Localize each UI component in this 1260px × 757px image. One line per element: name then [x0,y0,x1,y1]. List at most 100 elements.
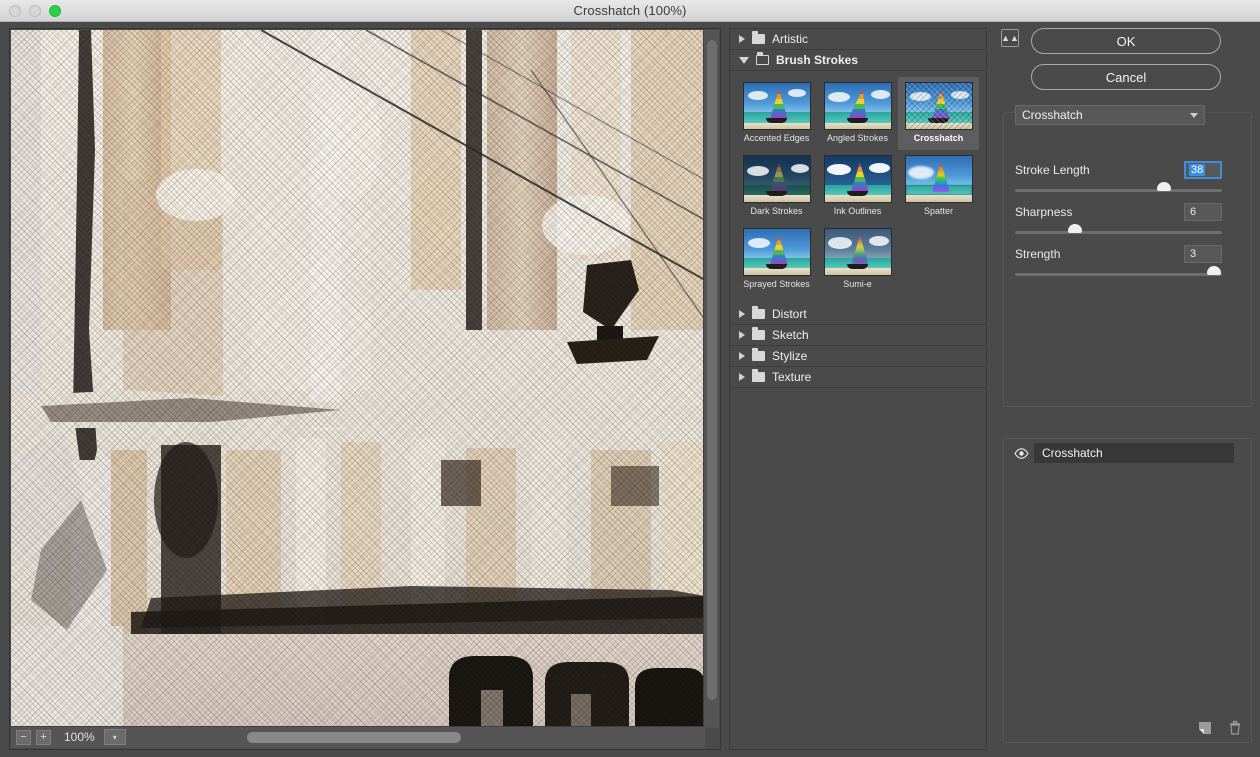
category-distort[interactable]: Distort [730,303,986,325]
param-label: Strength [1015,247,1061,261]
param-value-input[interactable]: 3 [1184,245,1222,263]
new-effect-layer-icon[interactable] [1197,720,1213,736]
category-label: Stylize [772,348,808,363]
param-slider-thumb[interactable] [1068,224,1083,233]
filter-crosshatch[interactable]: Crosshatch [898,77,979,150]
param-sharpness: Sharpness 6 [1015,202,1222,234]
param-slider-track[interactable] [1015,182,1222,192]
filter-ink-outlines[interactable]: Ink Outlines [817,150,898,223]
param-slider-thumb[interactable] [1206,266,1221,275]
maximize-button[interactable] [49,5,61,17]
category-label: Texture [772,369,812,384]
preview-vertical-scrollbar[interactable] [703,30,719,728]
eye-icon [1013,447,1029,459]
param-stroke-length: Stroke Length 38 [1015,160,1222,192]
preview-canvas[interactable] [11,30,705,728]
dialog-body: − + 100% ▾ Artistic Brush Strokes Accent… [0,22,1260,757]
double-chevron-up-icon: ▲▲ [1001,32,1019,43]
param-strength: Strength 3 [1015,244,1222,276]
chevron-right-icon [739,35,745,43]
zoom-controls: − + 100% ▾ [16,728,126,746]
filter-select-dropdown[interactable]: Crosshatch [1015,105,1205,125]
folder-open-icon [756,52,769,65]
param-value-input[interactable]: 38 [1184,161,1222,179]
param-value-input[interactable]: 6 [1184,203,1222,221]
minimize-button[interactable] [29,5,41,17]
category-label: Distort [772,306,807,321]
trash-icon[interactable] [1227,720,1243,736]
param-slider-track[interactable] [1015,224,1222,234]
settings-panel: ▲▲ OK Cancel Crosshatch Stroke Length 38 [995,22,1260,757]
filter-thumbnail [823,154,892,203]
close-button[interactable] [9,5,21,17]
filter-name: Sprayed Strokes [743,278,810,289]
zoom-preset-dropdown[interactable]: ▾ [103,729,126,745]
filter-gallery-window: Crosshatch (100%) − + 100% ▾ Artistic Br… [0,0,1260,757]
filter-spatter[interactable]: Spatter [898,150,979,223]
filter-thumbnail-grid: Accented Edges Angled Strokes Crosshatch… [730,71,986,304]
param-label: Stroke Length [1015,163,1090,177]
filter-angled-strokes[interactable]: Angled Strokes [817,77,898,150]
param-slider-thumb[interactable] [1157,182,1172,191]
folder-icon [752,326,765,340]
cancel-button[interactable]: Cancel [1031,64,1221,90]
filter-thumbnail [742,82,811,130]
filter-name: Spatter [923,205,954,216]
category-texture[interactable]: Texture [730,366,986,388]
folder-icon [752,347,765,361]
preview-image [11,30,705,728]
filter-thumbnail [742,227,811,276]
filter-accented-edges[interactable]: Accented Edges [736,77,817,150]
category-label: Brush Strokes [776,53,859,67]
chevron-down-icon [1190,112,1198,118]
folder-icon [752,305,765,319]
param-value-text: 38 [1189,164,1206,176]
preview-horizontal-scroll-thumb[interactable] [247,732,461,743]
filter-name: Crosshatch [913,133,964,143]
folder-icon [752,368,765,382]
ok-button[interactable]: OK [1031,28,1221,54]
traffic-light-group [9,0,61,22]
filter-name: Ink Outlines [833,205,882,216]
selected-filter-label: Crosshatch [1022,108,1083,122]
zoom-level-label: 100% [64,730,95,744]
filter-dark-strokes[interactable]: Dark Strokes [736,150,817,223]
filter-name: Sumi-e [843,278,872,289]
category-brush-strokes[interactable]: Brush Strokes [730,50,986,71]
chevron-down-icon [739,56,749,64]
chevron-right-icon [739,351,745,360]
collapse-panel-button[interactable]: ▲▲ [1001,29,1019,47]
zoom-in-button[interactable]: + [36,729,51,745]
category-sketch[interactable]: Sketch [730,324,986,346]
zoom-out-button[interactable]: − [16,729,31,745]
effect-layers-panel: Crosshatch [1003,438,1252,743]
layer-name-label: Crosshatch [1042,446,1103,460]
filter-thumbnail [904,154,973,203]
filter-thumbnail [742,154,811,203]
filter-sumi-e[interactable]: Sumi-e [817,223,898,296]
filter-name: Dark Strokes [750,205,803,216]
folder-icon [752,31,765,44]
chevron-right-icon [739,372,745,381]
category-artistic[interactable]: Artistic [730,29,986,50]
filter-thumbnail [904,82,973,130]
window-titlebar: Crosshatch (100%) [0,0,1260,22]
layer-toolbar [1197,720,1243,736]
preview-vertical-scroll-thumb[interactable] [707,40,717,700]
filter-category-browser: Artistic Brush Strokes Accented Edges An… [729,28,987,750]
filter-name: Accented Edges [743,133,810,143]
chevron-right-icon [739,330,745,339]
preview-pane: − + 100% ▾ [9,28,721,750]
filter-sprayed-strokes[interactable]: Sprayed Strokes [736,223,817,296]
filter-thumbnail [823,227,892,276]
category-label: Artistic [772,32,808,46]
param-slider-track[interactable] [1015,266,1222,276]
layer-visibility-toggle[interactable] [1008,443,1034,463]
filter-thumbnail [823,82,892,130]
window-title: Crosshatch (100%) [573,3,687,18]
effect-layer-row[interactable]: Crosshatch [1008,443,1234,463]
param-label: Sharpness [1015,205,1073,219]
category-stylize[interactable]: Stylize [730,345,986,367]
chevron-right-icon [739,309,745,318]
category-label: Sketch [772,327,809,342]
